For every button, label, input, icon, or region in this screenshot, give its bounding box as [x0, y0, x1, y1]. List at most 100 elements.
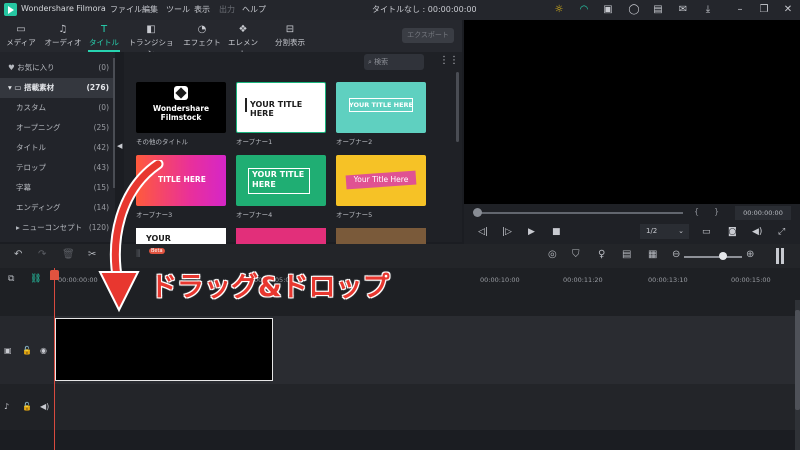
sidebar-item-builtin[interactable]: ▾ ▭ 搭載素材 (276): [0, 78, 115, 98]
pause-bar-icon[interactable]: [776, 248, 779, 264]
sidebar-item-custom[interactable]: カスタム (0): [0, 98, 115, 118]
timeline-scrollbar-thumb[interactable]: [795, 310, 800, 410]
prev-frame-icon[interactable]: ◁|: [478, 227, 488, 237]
project-title: タイトルなし : 00:00:00:00: [372, 5, 477, 14]
undo-icon[interactable]: ↶: [14, 249, 22, 260]
subtitle-icon[interactable]: ▦: [648, 249, 657, 260]
thumb-text: Wondershare Filmstock: [152, 104, 210, 122]
sun-icon[interactable]: ☼: [552, 3, 566, 17]
title-thumb-partial-3[interactable]: [336, 228, 426, 244]
sidebar-item-favorites[interactable]: ♥ お気に入り (0): [0, 58, 115, 78]
preview-quality-select[interactable]: 1/2 ⌄: [640, 224, 689, 239]
thumb-text: YOUR TITLE HERE: [252, 170, 305, 189]
mark-in-icon[interactable]: {: [694, 207, 699, 216]
collapse-sidebar-icon[interactable]: ◀: [117, 142, 122, 150]
play-icon[interactable]: ▶: [528, 227, 535, 237]
zoom-out-icon[interactable]: ⊖: [672, 249, 680, 260]
headset-icon[interactable]: ◠: [577, 3, 591, 17]
speaker-icon[interactable]: ◀): [40, 402, 49, 411]
zoom-in-icon[interactable]: ⊕: [746, 249, 754, 260]
zoom-slider-track[interactable]: [684, 256, 742, 258]
download-icon[interactable]: ⤓: [701, 3, 715, 17]
add-track-icon[interactable]: ⧉: [8, 274, 14, 284]
video-preview: [464, 20, 800, 204]
snapshot-icon[interactable]: ◙: [728, 227, 737, 237]
playhead-handle[interactable]: [50, 270, 59, 280]
sidebar-item-label: ニューコンセプト: [22, 223, 83, 232]
drag-and-drop-caption: ドラッグ&ドロップ: [150, 272, 391, 304]
gift-icon[interactable]: ▣: [601, 3, 615, 17]
lock-icon[interactable]: 🔓: [22, 402, 32, 411]
mail-icon[interactable]: ✉: [676, 3, 690, 17]
audio-track[interactable]: [0, 384, 795, 430]
filmstock-logo-icon: [174, 86, 188, 100]
transition-icon: ◧: [146, 24, 156, 35]
title-label: オープナー1: [236, 138, 273, 146]
tab-titles[interactable]: T タイトル: [86, 20, 122, 52]
sidebar-item-count: (0): [98, 103, 109, 112]
sidebar-item-label: カスタム: [16, 103, 46, 112]
delete-icon[interactable]: 🗑: [62, 249, 75, 260]
mark-out-icon[interactable]: }: [714, 207, 719, 216]
restore-icon[interactable]: ❐: [757, 3, 771, 17]
account-icon[interactable]: ◯: [627, 3, 641, 17]
search-placeholder: 検索: [374, 58, 389, 66]
pause-bar-icon-2[interactable]: [781, 248, 784, 264]
export-button[interactable]: エクスポート: [402, 28, 454, 43]
close-icon[interactable]: ✕: [781, 3, 795, 17]
preview-progress-knob[interactable]: [473, 208, 482, 217]
chevron-down-icon: ⌄: [678, 227, 684, 235]
thumb-text: YOUR TITLE HERE: [348, 101, 413, 109]
tab-elements[interactable]: ❖エレメント: [226, 20, 260, 58]
voiceover-icon[interactable]: ▤: [622, 249, 631, 260]
title-thumb-filmstock[interactable]: Wondershare Filmstock: [136, 82, 226, 133]
step-play-icon[interactable]: |▷: [502, 227, 512, 237]
tab-split-screen[interactable]: ⊟ 分割表示: [268, 20, 312, 52]
zoom-slider-knob[interactable]: [719, 252, 727, 260]
title-thumb-opener4[interactable]: YOUR TITLE HERE: [236, 155, 326, 206]
monitor-icon[interactable]: ▭: [702, 227, 711, 237]
microphone-icon[interactable]: ♀: [598, 249, 605, 260]
preview-quality-value: 1/2: [646, 227, 658, 235]
title-thumb-opener2[interactable]: YOUR TITLE HERE: [336, 82, 426, 133]
render-icon[interactable]: ◎: [548, 249, 557, 260]
search-input[interactable]: ⌕ 検索: [364, 54, 424, 70]
grid-view-icon[interactable]: ⋮⋮: [439, 55, 459, 66]
link-icon[interactable]: ⛓: [30, 274, 41, 284]
filmora-logo-icon: [4, 3, 17, 16]
playhead[interactable]: [54, 268, 55, 450]
sidebar-item-count: (42): [93, 143, 109, 152]
title-thumb-opener5[interactable]: Your Title Here: [336, 155, 426, 206]
menu-view[interactable]: 表示: [194, 4, 210, 15]
menu-edit[interactable]: 編集: [142, 4, 158, 15]
redo-icon[interactable]: ↷: [38, 249, 46, 260]
tab-audio[interactable]: ♫ オーディオ: [42, 20, 84, 52]
tab-split-screen-label: 分割表示: [275, 38, 305, 47]
minimize-icon[interactable]: –: [733, 3, 747, 17]
marker-icon[interactable]: ⛉: [572, 249, 580, 260]
split-screen-icon: ⊟: [285, 24, 295, 35]
lock-icon[interactable]: 🔓: [22, 346, 32, 355]
volume-icon[interactable]: ◀): [752, 227, 762, 237]
text-t-icon: T: [100, 24, 108, 35]
menu-file[interactable]: ファイル: [110, 4, 142, 15]
fullscreen-icon[interactable]: ⤢: [778, 227, 785, 237]
title-thumb-opener1[interactable]: YOUR TITLE HERE: [236, 82, 326, 133]
thumb-text: YOUR TITLE HERE: [250, 100, 303, 118]
eye-icon[interactable]: ◉: [40, 346, 47, 355]
tab-effects[interactable]: ◔ エフェクト: [182, 20, 222, 52]
library-scrollbar[interactable]: [456, 72, 459, 142]
sidebar-item-opening[interactable]: オープニング (25): [0, 118, 115, 138]
tab-transitions[interactable]: ◧トランジション: [126, 20, 176, 58]
save-icon[interactable]: ▤: [651, 3, 665, 17]
menu-tools[interactable]: ツール: [166, 4, 190, 15]
preview-progress-track[interactable]: [477, 212, 683, 214]
stop-icon[interactable]: ■: [552, 227, 561, 237]
menu-output[interactable]: 出力: [219, 4, 235, 15]
tab-media[interactable]: ▭ メディア: [2, 20, 40, 52]
drop-target-clip[interactable]: [55, 318, 273, 381]
menu-help[interactable]: ヘルプ: [242, 4, 266, 15]
title-thumb-partial-2[interactable]: [236, 228, 326, 244]
sidebar-item-title[interactable]: タイトル (42): [0, 138, 115, 158]
text-cursor-bar: [245, 98, 247, 112]
